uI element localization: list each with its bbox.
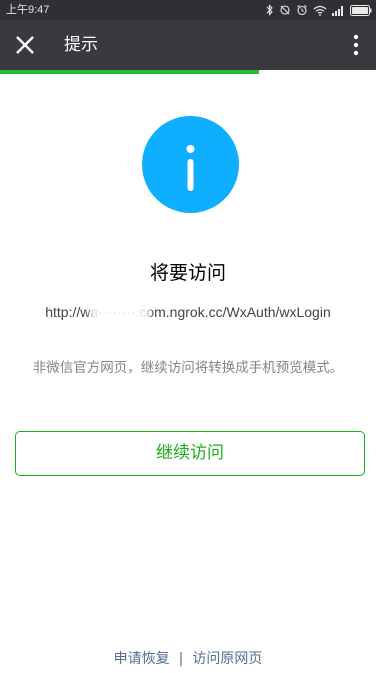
notice-text: 非微信官方网页，继续访问将转换成手机预览模式。 [32, 360, 344, 376]
close-icon [16, 36, 34, 54]
status-bar: 上午9:47 [0, 0, 376, 20]
footer-links: 申请恢复 | 访问原网页 [0, 649, 376, 669]
title-bar: 提示 [0, 20, 376, 70]
request-restore-link[interactable]: 申请恢复 [114, 651, 170, 667]
mute-icon [280, 5, 290, 15]
close-button[interactable] [10, 30, 40, 60]
status-icons [266, 2, 372, 18]
info-icon [142, 116, 239, 213]
page-load-progress-fill [0, 70, 260, 74]
page-heading: 将要访问 [149, 262, 226, 284]
bluetooth-icon [266, 4, 273, 16]
alarm-icon [297, 4, 307, 16]
visit-original-link[interactable]: 访问原网页 [192, 651, 262, 667]
more-vertical-icon [353, 34, 359, 56]
footer-separator: | [178, 651, 184, 667]
target-url: http://wa········.com.ngrok.cc/WxAuth/wx… [45, 304, 331, 320]
page-load-progress [0, 70, 376, 74]
page-title: 提示 [64, 35, 98, 55]
wifi-icon [313, 5, 327, 16]
url-redaction [90, 306, 150, 322]
continue-button[interactable]: 继续访问 [15, 431, 365, 476]
more-menu-button[interactable] [344, 30, 368, 60]
battery-icon [350, 4, 372, 16]
status-time: 上午9:47 [6, 4, 50, 16]
signal-icon [332, 5, 343, 16]
